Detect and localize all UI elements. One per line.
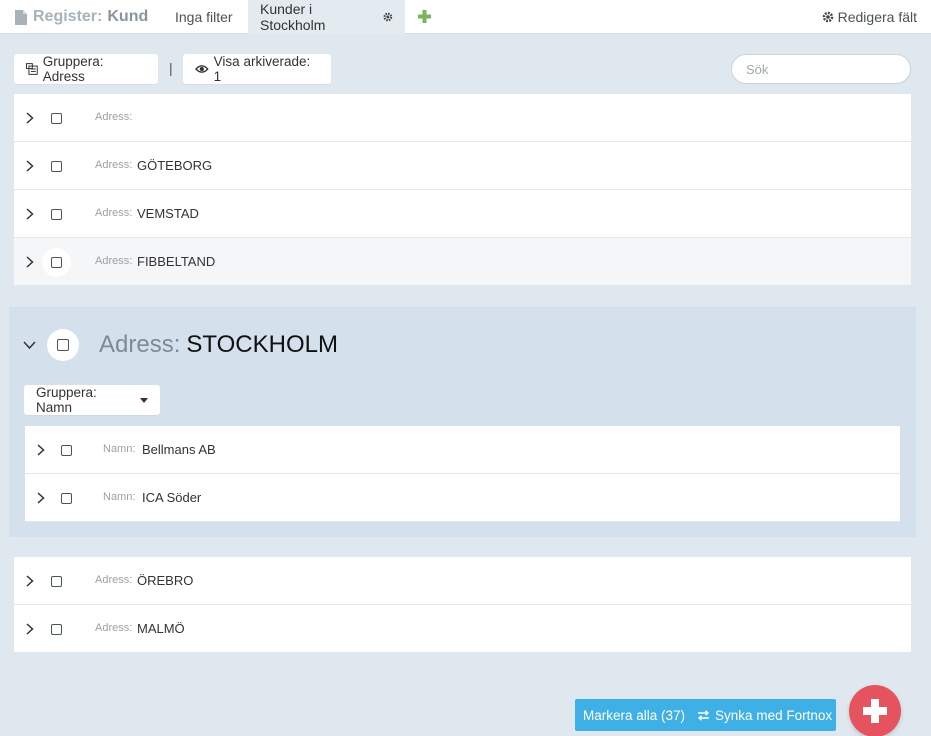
chevron-right-icon[interactable] [36,492,46,504]
row-value: GÖTEBORG [137,158,213,173]
chevron-down-icon[interactable] [23,340,36,350]
chevron-right-icon[interactable] [25,160,35,172]
row-checkbox[interactable] [51,576,62,587]
row-key-label: Adress: [95,622,133,634]
edit-fields-button[interactable]: Redigera fält [822,0,917,34]
row-checkbox[interactable] [51,624,62,635]
group-checkbox[interactable] [57,339,69,351]
expanded-group-stockholm: Adress: STOCKHOLM Gruppera: Namn Namn: Be… [9,307,916,537]
row-checkbox-hover[interactable] [42,248,71,277]
chevron-right-icon[interactable] [36,444,46,456]
row-value: FIBBELTAND [137,254,216,269]
group-row[interactable]: Adress: VEMSTAD [14,190,911,238]
row-key-label: Adress: [95,255,133,267]
register-entity: Kund [107,8,149,25]
group-key: Adress: [99,331,181,358]
row-value: ÖREBRO [137,573,194,588]
gear-icon[interactable] [383,12,393,22]
address-group-list-bottom: Adress: ÖREBRO Adress: MALMÖ [14,557,911,653]
chevron-right-icon[interactable] [25,112,35,124]
edit-fields-label: Redigera fält [837,9,917,25]
row-key-label: Namn: [103,491,136,503]
group-by-address-button[interactable]: Gruppera: Adress [14,54,158,84]
group-row[interactable]: Adress: FIBBELTAND [14,238,911,286]
group-row[interactable]: Namn: ICA Söder [25,474,900,522]
address-group-list-top: Adress: Adress: GÖTEBORG Adress: VEMSTAD… [14,94,911,286]
row-key-label: Adress: [95,574,133,586]
document-icon [15,9,27,25]
register-prefix: Register: [33,8,103,25]
row-key-label: Adress: [95,159,133,171]
row-value: MALMÖ [137,621,185,636]
name-list: Namn: Bellmans AB Namn: ICA Söder [25,426,900,522]
row-key-label: Adress: [95,207,133,219]
top-bar: Register: Kund Inga filter Kunder i Stoc… [0,0,931,34]
group-by-name-dropdown[interactable]: Gruppera: Namn [24,385,160,415]
eye-icon [195,65,209,73]
row-checkbox[interactable] [51,209,62,220]
group-title: Adress: STOCKHOLM [99,331,338,359]
plus-icon [863,699,887,723]
tab-no-filter[interactable]: Inga filter [161,0,247,34]
group-by-label: Gruppera: Adress [42,54,104,84]
register-title: Register: Kund [15,6,148,28]
group-value: STOCKHOLM [186,331,338,358]
row-value: ICA Söder [142,490,202,505]
row-value: VEMSTAD [137,206,199,221]
group-icon [26,63,38,75]
chevron-right-icon[interactable] [25,256,35,268]
toolbar-separator: | [169,60,173,76]
row-checkbox[interactable] [61,445,72,456]
row-key-label: Adress: [95,111,133,123]
sync-fortnox-button[interactable]: Synka med Fortnox [697,708,832,723]
show-archived-label: Visa arkiverade: 1 [213,54,311,84]
sync-fortnox-label: Synka med Fortnox [715,707,833,723]
group-row[interactable]: Namn: Bellmans AB [25,426,900,474]
add-tab-icon[interactable] [417,9,432,24]
gear-icon [822,11,833,23]
group-row[interactable]: Adress: ÖREBRO [14,557,911,605]
group-checkbox-wrap[interactable] [47,329,79,361]
group-row[interactable]: Adress: [14,94,911,142]
show-archived-button[interactable]: Visa arkiverade: 1 [183,54,331,84]
tab-customers-stockholm[interactable]: Kunder i Stockholm [248,0,405,34]
bulk-action-bar: Markera alla (37) Synka med Fortnox [575,699,836,731]
tab-label: Inga filter [175,9,233,25]
row-checkbox[interactable] [51,257,62,268]
chevron-right-icon[interactable] [25,208,35,220]
caret-down-icon [140,397,148,403]
tab-label: Kunder i Stockholm [260,1,326,33]
row-value: Bellmans AB [142,442,216,457]
row-key-label: Namn: [103,443,136,455]
row-checkbox[interactable] [51,113,62,124]
chevron-right-icon[interactable] [25,623,35,635]
mark-all-button[interactable]: Markera alla (37) [575,708,685,723]
row-checkbox[interactable] [51,161,62,172]
row-checkbox[interactable] [61,493,72,504]
group-row[interactable]: Adress: MALMÖ [14,605,911,653]
chevron-right-icon[interactable] [25,575,35,587]
search-input[interactable] [731,54,911,84]
group-row[interactable]: Adress: GÖTEBORG [14,142,911,190]
sync-arrows-icon [697,709,710,721]
add-customer-button[interactable] [849,685,901,736]
group-by-name-label: Gruppera: Namn [36,385,97,415]
